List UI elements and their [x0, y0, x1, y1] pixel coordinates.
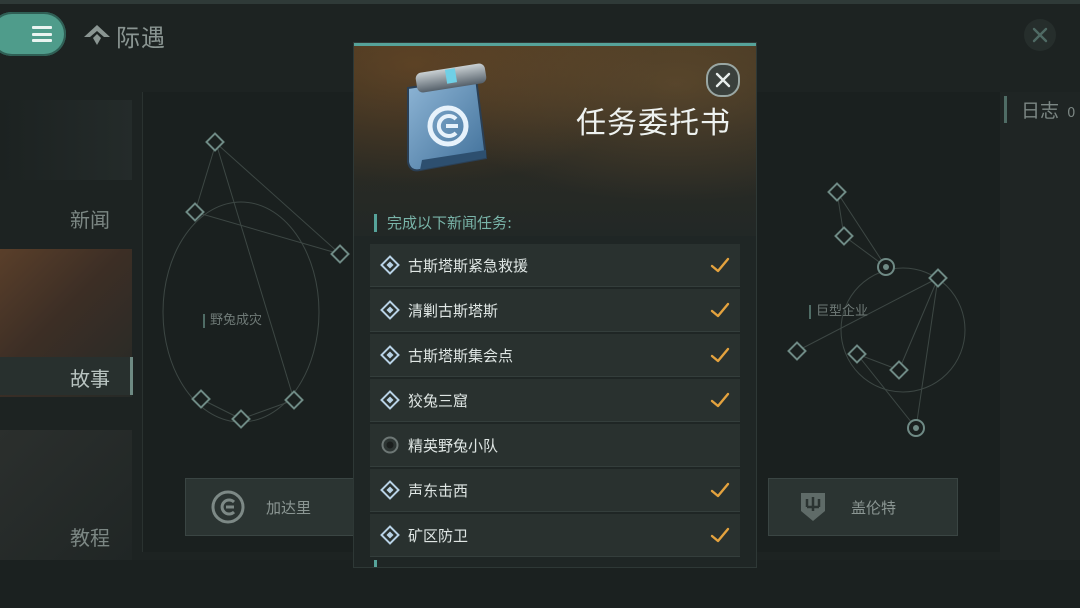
task-section-header: 完成以下新闻任务:	[374, 214, 512, 232]
tab-tutorial-label: 教程	[70, 526, 110, 550]
checkmark-icon	[710, 482, 730, 498]
task-row[interactable]: 精英野兔小队	[370, 424, 740, 467]
task-row[interactable]: 古斯塔斯集会点	[370, 334, 740, 377]
task-label: 狡兔三窟	[408, 391, 469, 410]
faction-name-caldari: 加达里	[266, 498, 312, 517]
diamond-icon	[380, 255, 400, 275]
close-icon	[1032, 27, 1048, 43]
caldari-faction-icon	[211, 490, 245, 524]
right-panel	[1000, 92, 1080, 562]
app-header: 际遇	[82, 18, 166, 52]
page-title: 际遇	[116, 23, 166, 52]
mission-commission-dialog: 任务委托书 完成以下新闻任务: 古斯塔斯紧急救援 清剿古斯塔斯 古斯塔斯集会点 …	[354, 43, 756, 567]
close-button[interactable]	[1024, 19, 1056, 51]
checkmark-icon	[710, 527, 730, 543]
bottom-bar	[0, 560, 1080, 608]
dialog-title: 任务委托书	[576, 106, 731, 141]
checkmark-icon	[710, 257, 730, 273]
diamond-icon	[380, 345, 400, 365]
tab-news[interactable]: 新闻	[0, 100, 132, 232]
map-node-label-megacorp: 巨型企业	[809, 305, 868, 319]
commission-scroll-icon	[407, 63, 488, 172]
faction-card-gallente[interactable]: 盖伦特	[768, 478, 958, 536]
diamond-icon	[380, 525, 400, 545]
tab-tutorial[interactable]: 教程	[0, 430, 132, 560]
log-label-text: 日志	[1021, 100, 1060, 122]
diamond-icon	[380, 480, 400, 500]
task-row[interactable]: 矿区防卫	[370, 514, 740, 557]
tab-news-label: 新闻	[70, 208, 110, 232]
checkmark-icon	[710, 302, 730, 318]
task-label: 清剿古斯塔斯	[408, 301, 499, 320]
task-label: 古斯塔斯集会点	[408, 346, 514, 365]
dialog-close-button[interactable]	[706, 63, 740, 97]
next-section-peek	[374, 560, 457, 567]
checkmark-icon	[710, 347, 730, 363]
diamond-icon	[380, 390, 400, 410]
task-row[interactable]: 清剿古斯塔斯	[370, 289, 740, 332]
encounter-logo-icon	[84, 25, 110, 45]
diamond-icon	[380, 300, 400, 320]
tab-story[interactable]: 故事	[0, 249, 133, 397]
task-list: 古斯塔斯紧急救援 清剿古斯塔斯 古斯塔斯集会点 狡兔三窟 精英野兔小队 声东击西…	[370, 244, 740, 559]
tab-story-active-strip	[0, 357, 133, 395]
tab-story-label: 故事	[70, 367, 110, 391]
task-row[interactable]: 狡兔三窟	[370, 379, 740, 422]
gallente-faction-icon	[801, 493, 825, 521]
task-label: 矿区防卫	[408, 526, 469, 545]
checkmark-icon	[710, 392, 730, 408]
task-row[interactable]: 古斯塔斯紧急救援	[370, 244, 740, 287]
task-label: 精英野兔小队	[408, 436, 499, 455]
task-label: 声东击西	[408, 481, 469, 500]
map-node-label-rabbit: 野兔成灾	[203, 314, 262, 328]
close-icon	[715, 72, 731, 88]
faction-name-gallente: 盖伦特	[851, 498, 897, 517]
circle-dot-icon	[381, 436, 399, 454]
task-label: 古斯塔斯紧急救援	[408, 256, 529, 275]
dialog-header-art: 任务委托书	[354, 46, 756, 236]
log-count: 0	[1067, 106, 1076, 121]
hamburger-menu-icon	[32, 26, 52, 42]
log-label[interactable]: 日志 0	[1004, 96, 1075, 123]
faction-card-caldari[interactable]: 加达里	[185, 478, 377, 536]
menu-button[interactable]	[0, 12, 66, 56]
task-row[interactable]: 声东击西	[370, 469, 740, 512]
